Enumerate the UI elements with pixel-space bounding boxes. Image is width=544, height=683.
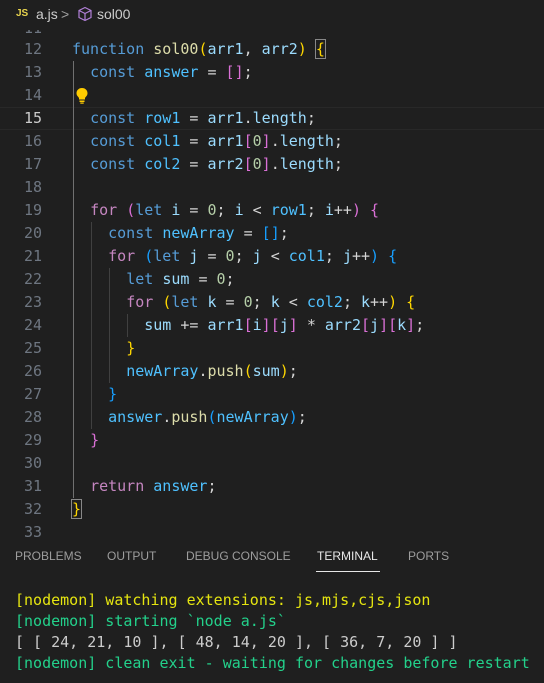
chevron-right-icon: > [61, 6, 70, 22]
line-number: 26 [23, 362, 42, 380]
terminal-line: [nodemon] watching extensions: js,mjs,cj… [15, 591, 431, 609]
line-number: 21 [23, 247, 42, 265]
line-number: 32 [23, 500, 42, 518]
line-number: 30 [23, 454, 42, 472]
line-number: 18 [23, 178, 42, 196]
code-line[interactable]: const answer = []; [72, 61, 253, 84]
indent-guide [91, 222, 92, 429]
code-line[interactable]: const newArray = []; [72, 222, 289, 245]
breadcrumb-file[interactable]: a.js [36, 6, 58, 22]
line-number: 14 [23, 86, 42, 104]
code-line[interactable]: } [72, 429, 99, 452]
line-number: 28 [23, 408, 42, 426]
indent-guide [109, 268, 110, 383]
line-number: 31 [23, 477, 42, 495]
line-number: 23 [23, 293, 42, 311]
terminal-line: [ [ 24, 21, 10 ], [ 48, 14, 20 ], [ 36, … [15, 633, 458, 651]
indent-guide [73, 61, 74, 498]
code-line[interactable]: let sum = 0; [72, 268, 234, 291]
line-number: 25 [23, 339, 42, 357]
code-editor[interactable]: 11 1213141516171819202122232425262728293… [0, 30, 544, 538]
tab-problems[interactable]: PROBLEMS [15, 549, 82, 563]
code-line[interactable]: function sol00(arr1, arr2) { [72, 38, 326, 61]
line-number: 27 [23, 385, 42, 403]
line-number: 17 [23, 155, 42, 173]
terminal-line: [nodemon] starting `node a.js` [15, 612, 286, 630]
tab-terminal[interactable]: TERMINAL [317, 549, 378, 563]
code-line[interactable]: } [72, 337, 135, 360]
line-number: 33 [23, 523, 42, 538]
tab-debug-console[interactable]: DEBUG CONSOLE [186, 549, 291, 563]
breadcrumb: JS a.js > sol00 [0, 0, 544, 30]
line-number: 12 [23, 40, 42, 58]
indent-guide [127, 314, 128, 337]
active-tab-indicator [316, 571, 380, 572]
panel-tab-bar: PROBLEMS OUTPUT DEBUG CONSOLE TERMINAL P… [0, 538, 544, 574]
line-number: 20 [23, 224, 42, 242]
code-line[interactable]: } [72, 383, 117, 406]
line-number: 15 [23, 109, 42, 127]
tab-output[interactable]: OUTPUT [107, 549, 156, 563]
code-line[interactable]: return answer; [72, 475, 216, 498]
code-line[interactable]: for (let k = 0; k < col2; k++) { [72, 291, 415, 314]
line-number: 13 [23, 63, 42, 81]
line-number: 29 [23, 431, 42, 449]
javascript-file-icon: JS [16, 8, 29, 19]
code-line[interactable]: const col2 = arr2[0].length; [72, 153, 343, 176]
terminal-line: [nodemon] clean exit - waiting for chang… [15, 654, 530, 672]
breadcrumb-symbol[interactable]: sol00 [97, 6, 130, 22]
code-line[interactable]: for (let i = 0; i < row1; i++) { [72, 199, 379, 222]
line-number: 19 [23, 201, 42, 219]
line-number: 16 [23, 132, 42, 150]
terminal-output[interactable]: [nodemon] watching extensions: js,mjs,cj… [0, 584, 544, 683]
tab-ports[interactable]: PORTS [408, 549, 449, 563]
lightbulb-icon[interactable] [75, 87, 89, 108]
code-line[interactable]: answer.push(newArray); [72, 406, 307, 429]
cube-icon [77, 6, 93, 25]
line-number: 24 [23, 316, 42, 334]
code-line[interactable]: const row1 = arr1.length; [72, 107, 316, 130]
code-line[interactable]: sum += arr1[i][j] * arr2[j][k]; [72, 314, 424, 337]
line-number: 22 [23, 270, 42, 288]
code-line[interactable]: const col1 = arr1[0].length; [72, 130, 343, 153]
code-line[interactable]: newArray.push(sum); [72, 360, 298, 383]
code-line[interactable]: } [70, 498, 83, 521]
code-line[interactable]: for (let j = 0; j < col1; j++) { [72, 245, 397, 268]
